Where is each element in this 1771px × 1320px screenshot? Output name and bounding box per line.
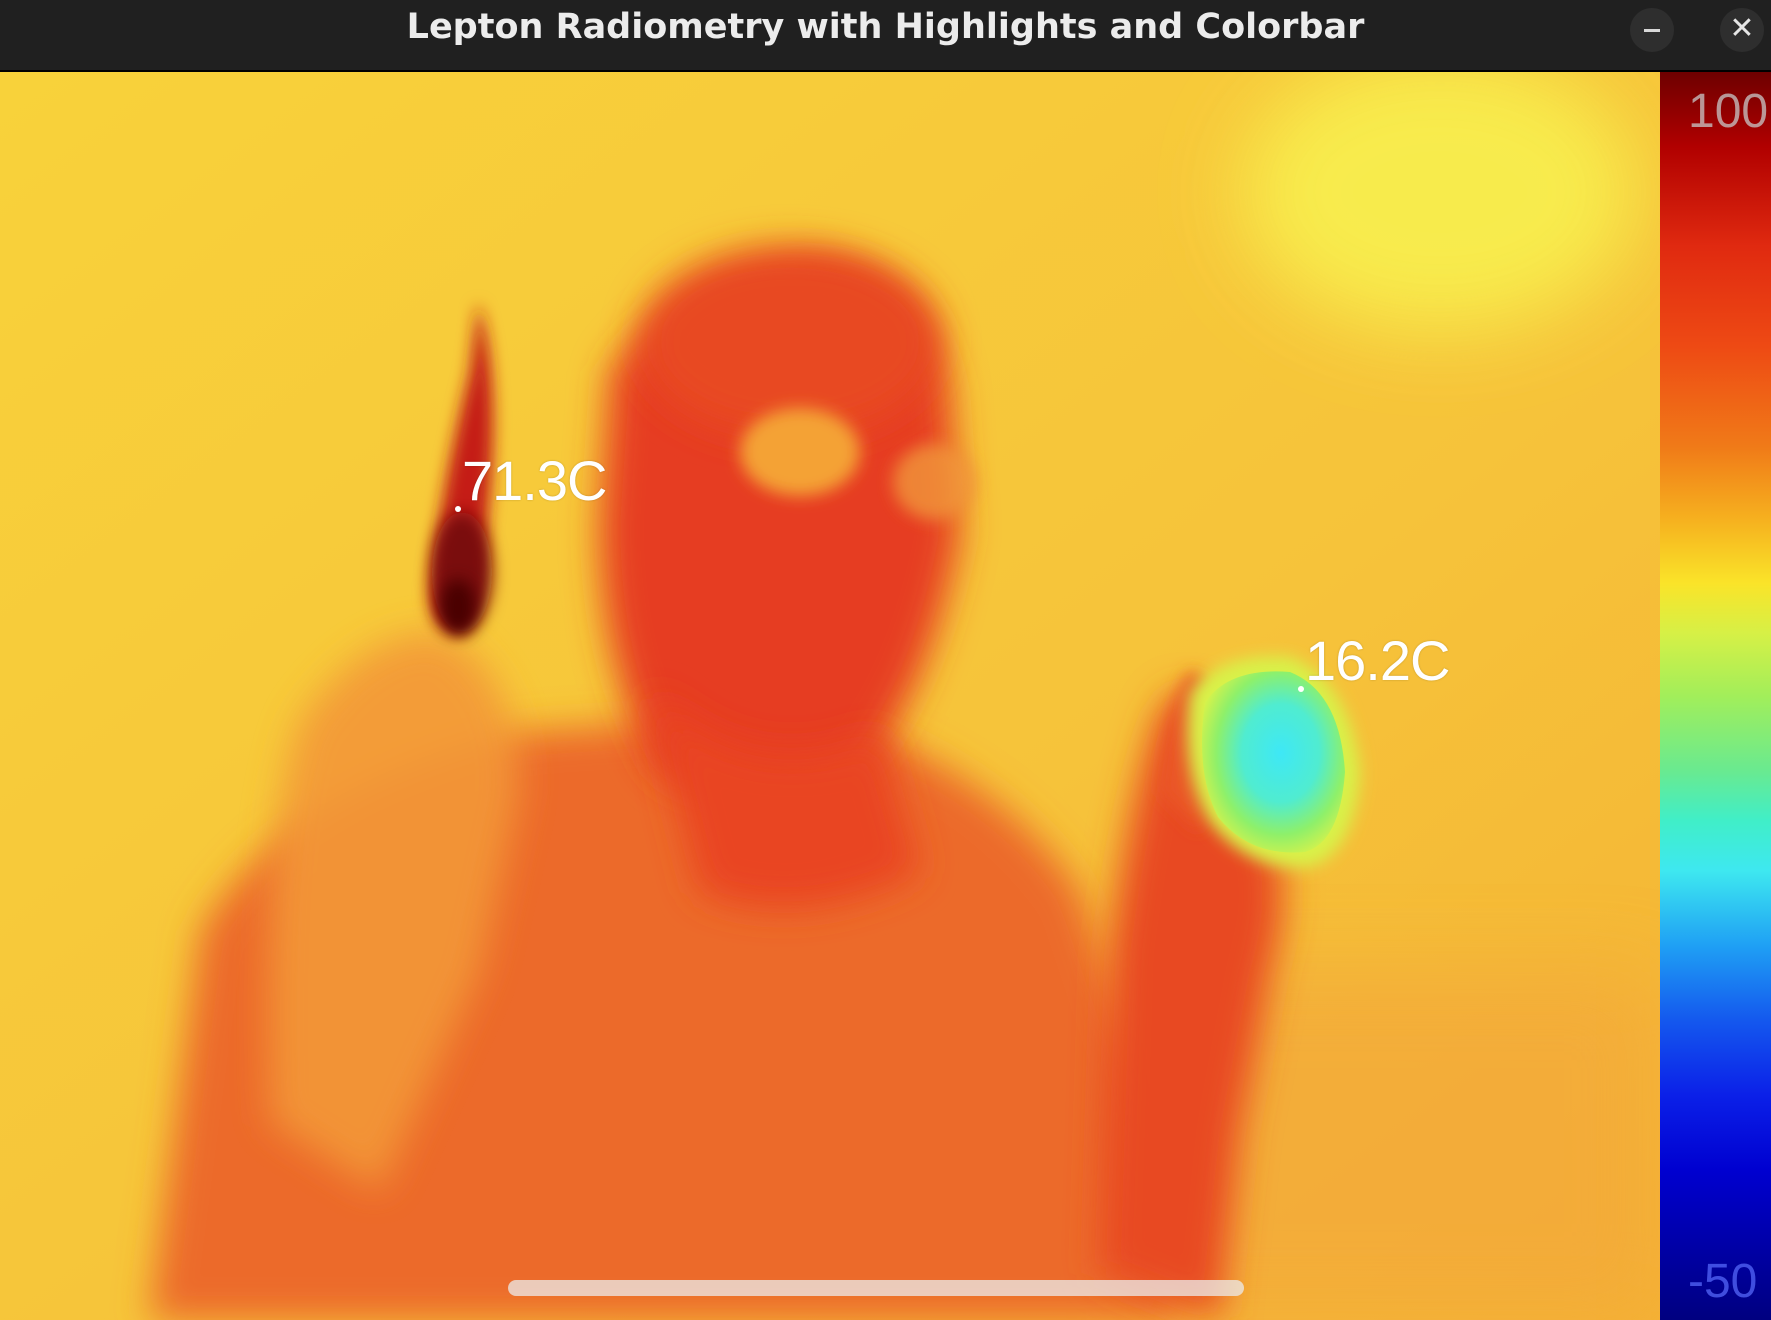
close-icon: ✕	[1729, 11, 1755, 46]
colorbar-max-label: 100	[1688, 85, 1769, 138]
hot-spot-temperature: 71.3C	[462, 449, 607, 512]
cold-spot-temperature: 16.2C	[1305, 629, 1450, 692]
minimize-button[interactable]	[1630, 8, 1674, 52]
minimize-icon	[1644, 29, 1660, 32]
colorbar-min-label: -50	[1688, 1255, 1758, 1308]
title-bar[interactable]: Lepton Radiometry with Highlights and Co…	[0, 0, 1771, 72]
thermal-image-view: 71.3C 16.2C	[0, 72, 1660, 1320]
thermal-image	[0, 72, 1660, 1320]
window-title: Lepton Radiometry with Highlights and Co…	[406, 7, 1365, 47]
home-indicator-bar[interactable]	[508, 1280, 1244, 1296]
close-button[interactable]: ✕	[1720, 8, 1764, 52]
cold-spot-marker	[1298, 686, 1304, 692]
temperature-colorbar	[1660, 72, 1771, 1320]
hot-spot-marker	[455, 506, 461, 512]
app-window: Lepton Radiometry with Highlights and Co…	[0, 0, 1771, 1320]
